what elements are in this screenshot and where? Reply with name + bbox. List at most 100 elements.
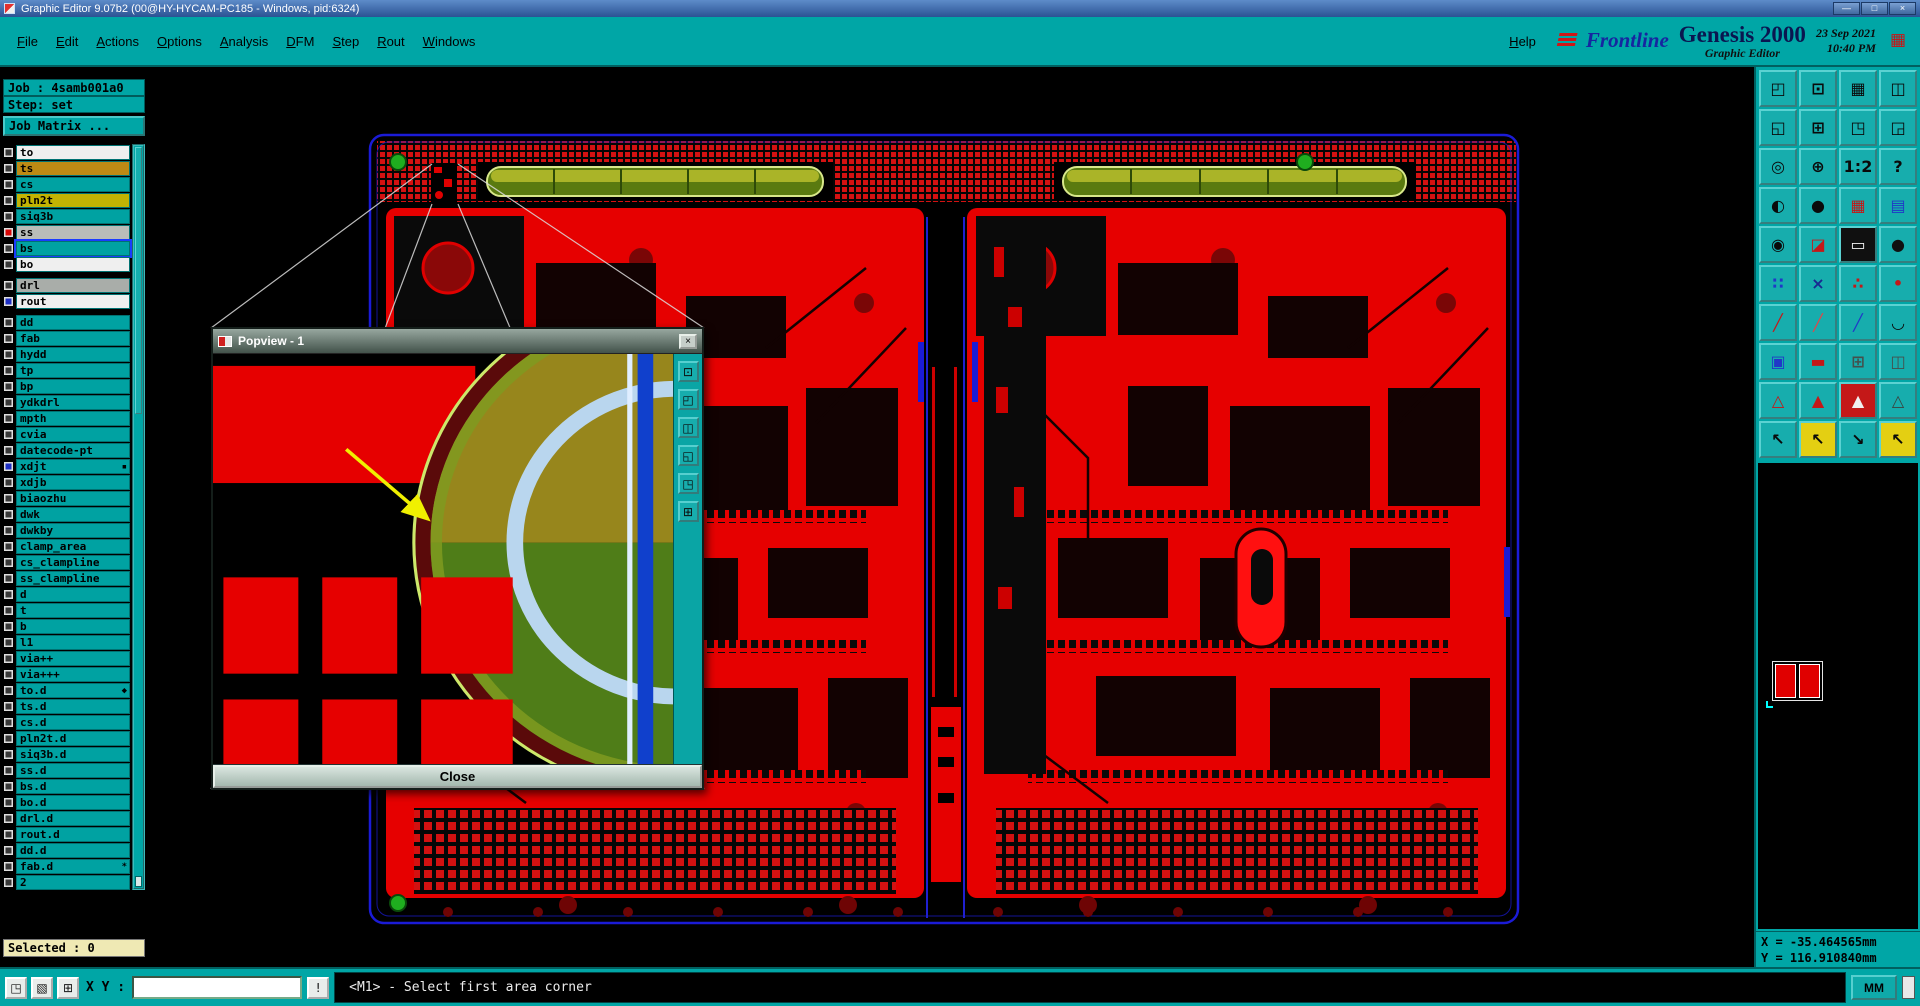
layer-row[interactable]: siq3b: [3, 208, 130, 224]
menu-item-help[interactable]: Help: [1509, 34, 1536, 49]
layer-name[interactable]: ts: [16, 160, 130, 176]
menu-item-rout[interactable]: Rout: [377, 34, 404, 49]
layer-row[interactable]: via+++: [3, 666, 130, 682]
layer-name[interactable]: pln2t.d: [16, 730, 130, 746]
full-screen-tool[interactable]: ⊡: [1799, 70, 1837, 107]
thin-line-tool[interactable]: ╱: [1799, 304, 1837, 341]
layer-visibility-toggle[interactable]: [3, 652, 14, 664]
scrollbar-button[interactable]: [135, 876, 142, 887]
layer-row[interactable]: drl: [3, 277, 130, 293]
layer-visibility-toggle[interactable]: [3, 162, 14, 174]
layer-visibility-toggle[interactable]: [3, 844, 14, 856]
layer-name[interactable]: siq3b.d: [16, 746, 130, 762]
layer-row[interactable]: datecode-pt: [3, 442, 130, 458]
triangle-outline-tool[interactable]: △: [1759, 382, 1797, 419]
layer-name[interactable]: ts.d: [16, 698, 130, 714]
popview-canvas[interactable]: [213, 354, 673, 764]
layer-visibility-toggle[interactable]: [3, 226, 14, 238]
layer-name[interactable]: dwk: [16, 506, 130, 522]
layer-name[interactable]: clamp_area: [16, 538, 130, 554]
scrollbar-thumb[interactable]: [135, 147, 142, 415]
context-help-tool[interactable]: ?: [1879, 148, 1917, 185]
layer-name[interactable]: siq3b: [16, 208, 130, 224]
layer-name[interactable]: b: [16, 618, 130, 634]
layer-name[interactable]: bo: [16, 256, 130, 272]
maximize-button[interactable]: □: [1861, 2, 1888, 15]
layer-visibility-toggle[interactable]: [3, 242, 14, 254]
layer-visibility-toggle[interactable]: [3, 396, 14, 408]
layer-name[interactable]: via++: [16, 650, 130, 666]
menu-item-edit[interactable]: Edit: [56, 34, 78, 49]
diagonal-line-tool[interactable]: ╱: [1759, 304, 1797, 341]
layer-row[interactable]: siq3b.d: [3, 746, 130, 762]
move-arrow-tool[interactable]: ↘: [1839, 421, 1877, 458]
layer-name[interactable]: cvia: [16, 426, 130, 442]
popview-zoom-tool[interactable]: ◳: [677, 473, 699, 494]
layer-name[interactable]: drl.d: [16, 810, 130, 826]
quad-window-tool[interactable]: ◲: [1879, 109, 1917, 146]
layer-visibility-toggle[interactable]: [3, 524, 14, 536]
layer-name[interactable]: to.d ◆: [16, 682, 130, 698]
layer-visibility-toggle[interactable]: [3, 380, 14, 392]
layer-row[interactable]: dwk: [3, 506, 130, 522]
corner-window-tool[interactable]: ◳: [1839, 109, 1877, 146]
layer-row[interactable]: cs: [3, 176, 130, 192]
units-button[interactable]: MM: [1851, 975, 1897, 1000]
layer-visibility-toggle[interactable]: [3, 412, 14, 424]
layer-name[interactable]: ss: [16, 224, 130, 240]
menu-item-windows[interactable]: Windows: [423, 34, 476, 49]
layer-name[interactable]: ydkdrl: [16, 394, 130, 410]
layer-row[interactable]: bo.d: [3, 794, 130, 810]
layer-row[interactable]: cs_clampline: [3, 554, 130, 570]
layer-name[interactable]: cs.d: [16, 714, 130, 730]
layer-name[interactable]: bs.d: [16, 778, 130, 794]
layer-visibility-toggle[interactable]: [3, 279, 14, 291]
pick-arrow-active-tool[interactable]: ↖: [1879, 421, 1917, 458]
layer-name[interactable]: via+++: [16, 666, 130, 682]
popview-pan-tool[interactable]: ◱: [677, 445, 699, 466]
layer-name[interactable]: bo.d: [16, 794, 130, 810]
layer-row[interactable]: bp: [3, 378, 130, 394]
layer-name[interactable]: rout.d: [16, 826, 130, 842]
snap-grid-tool[interactable]: ∷: [1759, 265, 1797, 302]
popview-close-icon[interactable]: ×: [679, 333, 697, 349]
layer-row[interactable]: xdjt ▪: [3, 458, 130, 474]
layer-visibility-toggle[interactable]: [3, 636, 14, 648]
job-matrix-button[interactable]: Job Matrix ...: [3, 116, 145, 136]
layer-visibility-toggle[interactable]: [3, 364, 14, 376]
layer-visibility-toggle[interactable]: [3, 796, 14, 808]
layer-visibility-toggle[interactable]: [3, 604, 14, 616]
layer-visibility-toggle[interactable]: [3, 348, 14, 360]
layer-name[interactable]: bp: [16, 378, 130, 394]
layer-name[interactable]: ss_clampline: [16, 570, 130, 586]
popview-window[interactable]: Popview - 1 × ⊡ ◰ ◫ ◱ ◳ ⊞ Close: [211, 327, 704, 790]
layer-visibility-toggle[interactable]: [3, 178, 14, 190]
layer-name[interactable]: drl: [16, 277, 130, 293]
layer-row[interactable]: fab.d *: [3, 858, 130, 874]
layer-visibility-toggle[interactable]: [3, 444, 14, 456]
popview-title-bar[interactable]: Popview - 1 ×: [213, 329, 702, 353]
layer-row[interactable]: ss: [3, 224, 130, 240]
blue-line-tool[interactable]: ╱: [1839, 304, 1877, 341]
resize-grip[interactable]: [1902, 976, 1915, 999]
select-arrow-tool[interactable]: ↖: [1759, 421, 1797, 458]
layer-visibility-toggle[interactable]: [3, 540, 14, 552]
layer-name[interactable]: rout: [16, 293, 130, 309]
layer-name[interactable]: ss.d: [16, 762, 130, 778]
corner-fill-tool[interactable]: ◪: [1799, 226, 1837, 263]
grid-screen-tool[interactable]: ▦: [1839, 70, 1877, 107]
layer-row[interactable]: pln2t.d: [3, 730, 130, 746]
layer-row[interactable]: drl.d: [3, 810, 130, 826]
layer-visibility-toggle[interactable]: [3, 700, 14, 712]
arc-tool[interactable]: ◡: [1879, 304, 1917, 341]
layer-name[interactable]: cs_clampline: [16, 554, 130, 570]
layer-visibility-toggle[interactable]: [3, 258, 14, 270]
layer-visibility-toggle[interactable]: [3, 668, 14, 680]
layer-visibility-toggle[interactable]: [3, 748, 14, 760]
layer-name[interactable]: fab.d *: [16, 858, 130, 874]
layer-list-scrollbar[interactable]: [132, 144, 145, 890]
tile-windows-tool[interactable]: ⊞: [1799, 109, 1837, 146]
close-button[interactable]: ×: [1889, 2, 1916, 15]
layer-visibility-toggle[interactable]: [3, 316, 14, 328]
menu-item-actions[interactable]: Actions: [96, 34, 139, 49]
